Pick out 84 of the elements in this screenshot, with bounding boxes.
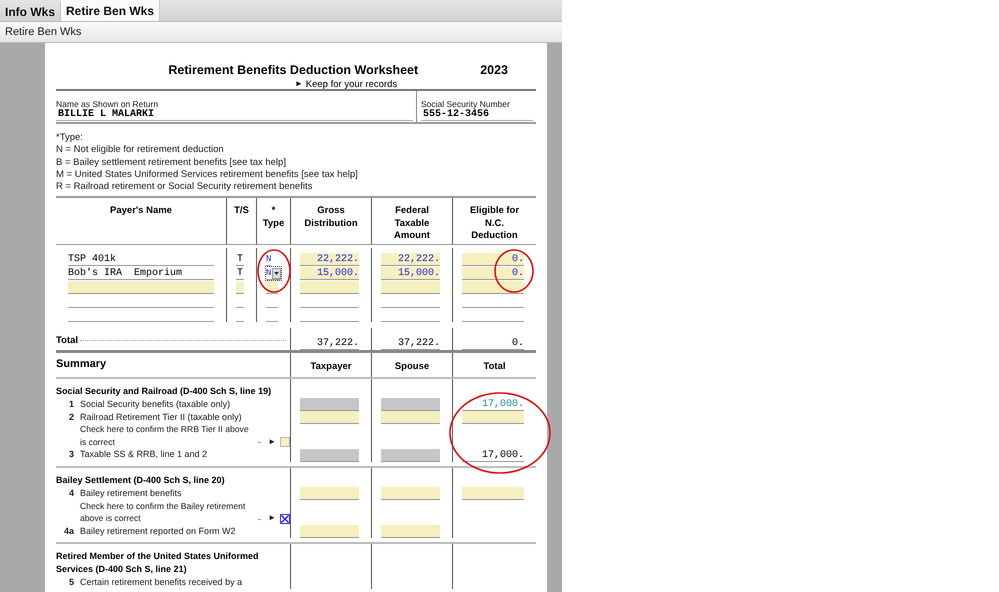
legend-line: *Type: — [56, 132, 84, 144]
line-label: Social Security benefits (taxable only) — [80, 398, 230, 411]
empty-field[interactable] — [300, 281, 359, 294]
type-dropdown[interactable]: N — [266, 253, 272, 266]
empty-field[interactable] — [381, 281, 440, 294]
column-header: Federal Taxable Amount — [371, 198, 452, 246]
column-header: T/S — [226, 198, 256, 246]
worksheet-title: Retirement Benefits Deduction Worksheet — [168, 63, 418, 77]
line-number: 1 — [68, 398, 75, 411]
confirm-checkbox[interactable] — [280, 514, 290, 524]
shaded-field[interactable] — [381, 398, 440, 412]
amount-field[interactable]: 22,222. — [300, 253, 359, 266]
column-header: Payer's Name — [56, 198, 226, 246]
line-label: Bailey retirement benefits — [80, 487, 182, 500]
ssn-field[interactable]: 555-12-3456 — [421, 109, 533, 121]
tax-year: 2023 — [480, 63, 508, 77]
column-header: Spouse — [394, 361, 430, 374]
column-header: Gross Distribution — [290, 198, 371, 246]
total-value: 37,222. — [300, 337, 359, 350]
line-label: Bailey retirement reported on Form W2 — [80, 524, 236, 538]
shaded-field[interactable] — [300, 398, 359, 412]
tab[interactable]: Retire Ben Wks — [61, 0, 160, 21]
check-x-icon — [281, 514, 289, 523]
input-field[interactable] — [381, 525, 440, 538]
total-label: Total — [56, 335, 78, 346]
line-number: 4a — [62, 524, 75, 538]
confirm-text: Check here to confirm the Bailey retirement above is correct — [79, 500, 246, 525]
ts-field[interactable]: T — [236, 253, 244, 266]
legend-line: B = Bailey settlement retirement benefits [see tax help] — [56, 156, 287, 169]
pointer-glyph: ► — [294, 79, 303, 89]
input-field[interactable] — [300, 411, 359, 424]
empty-field[interactable] — [68, 281, 214, 294]
annotation-circle — [257, 249, 291, 293]
legend-line: R = Railroad retirement or Social Security retirement benefits — [56, 181, 314, 194]
amount-field[interactable]: 22,222. — [381, 253, 440, 266]
input-field[interactable] — [300, 525, 359, 538]
value-field[interactable]: 17,000. — [462, 449, 524, 462]
column-header: Total — [484, 361, 506, 374]
input-field[interactable] — [381, 411, 440, 424]
line-number: 2 — [68, 410, 75, 424]
empty-field[interactable] — [462, 281, 524, 294]
amount-field[interactable]: 15,000. — [381, 267, 440, 280]
line-label: Railroad Retirement Tier II (taxable only) — [80, 410, 242, 424]
caret-icon[interactable] — [272, 268, 282, 279]
line-label: Certain retirement benefits received by a — [80, 576, 242, 589]
section-title: Retired Member of the United States Uniformed Services (D-400 Sch S, line 21) — [56, 550, 260, 576]
line-number: 4 — [68, 487, 75, 500]
input-field[interactable] — [462, 411, 524, 424]
shaded-field[interactable] — [381, 449, 440, 462]
input-field[interactable] — [462, 487, 524, 500]
payer-name-field[interactable]: TSP 401k — [68, 253, 214, 266]
total-value: 37,222. — [381, 337, 440, 350]
amount-field[interactable]: 0. — [462, 253, 524, 266]
column-header: Eligible for N.C. Deduction — [452, 198, 536, 246]
amount-field[interactable]: 15,000. — [300, 267, 359, 280]
pointer-glyph: ► — [268, 512, 276, 524]
annotation-circle — [494, 249, 534, 293]
total-value: 0. — [462, 337, 524, 350]
input-field[interactable] — [381, 487, 440, 500]
confirm-text: Check here to confirm the RRB Tier II above is correct — [79, 423, 250, 448]
pointer-glyph: ► — [268, 436, 276, 448]
name-label: Name as Shown on Return — [56, 99, 160, 109]
legend-line: N = Not eligible for retirement deduction — [56, 144, 225, 157]
line-number: 3 — [68, 448, 75, 461]
name-field[interactable]: BILLIE L MALARKI — [56, 109, 413, 121]
confirm-checkbox[interactable] — [280, 437, 290, 448]
ts-field[interactable]: T — [236, 267, 244, 280]
empty-field[interactable] — [236, 281, 244, 294]
line-label: Taxable SS & RRB, line 1 and 2 — [80, 448, 208, 461]
type-dropdown[interactable]: N — [266, 267, 282, 280]
shaded-field[interactable] — [300, 449, 359, 462]
ssn-label: Social Security Number — [421, 99, 511, 109]
column-header: Taxpayer — [310, 361, 352, 374]
section-title: Bailey Settlement (D-400 Sch S, line 20) — [56, 474, 226, 488]
subtitle: Keep for your records — [306, 79, 398, 89]
amount-field[interactable]: 0. — [462, 267, 524, 280]
line-number: 5 — [68, 576, 75, 589]
section-title: Social Security and Railroad (D-400 Sch S, line 19) — [56, 385, 272, 398]
payer-name-field[interactable]: Bob's IRA Emporium — [68, 267, 214, 280]
summary-title: Summary — [56, 357, 108, 372]
legend-line: M = United States Uniformed Services retirement benefits [see tax help] — [56, 168, 359, 182]
column-header: * Type — [256, 198, 290, 246]
breadcrumb: Retire Ben Wks — [5, 26, 82, 38]
input-field[interactable] — [300, 487, 359, 500]
